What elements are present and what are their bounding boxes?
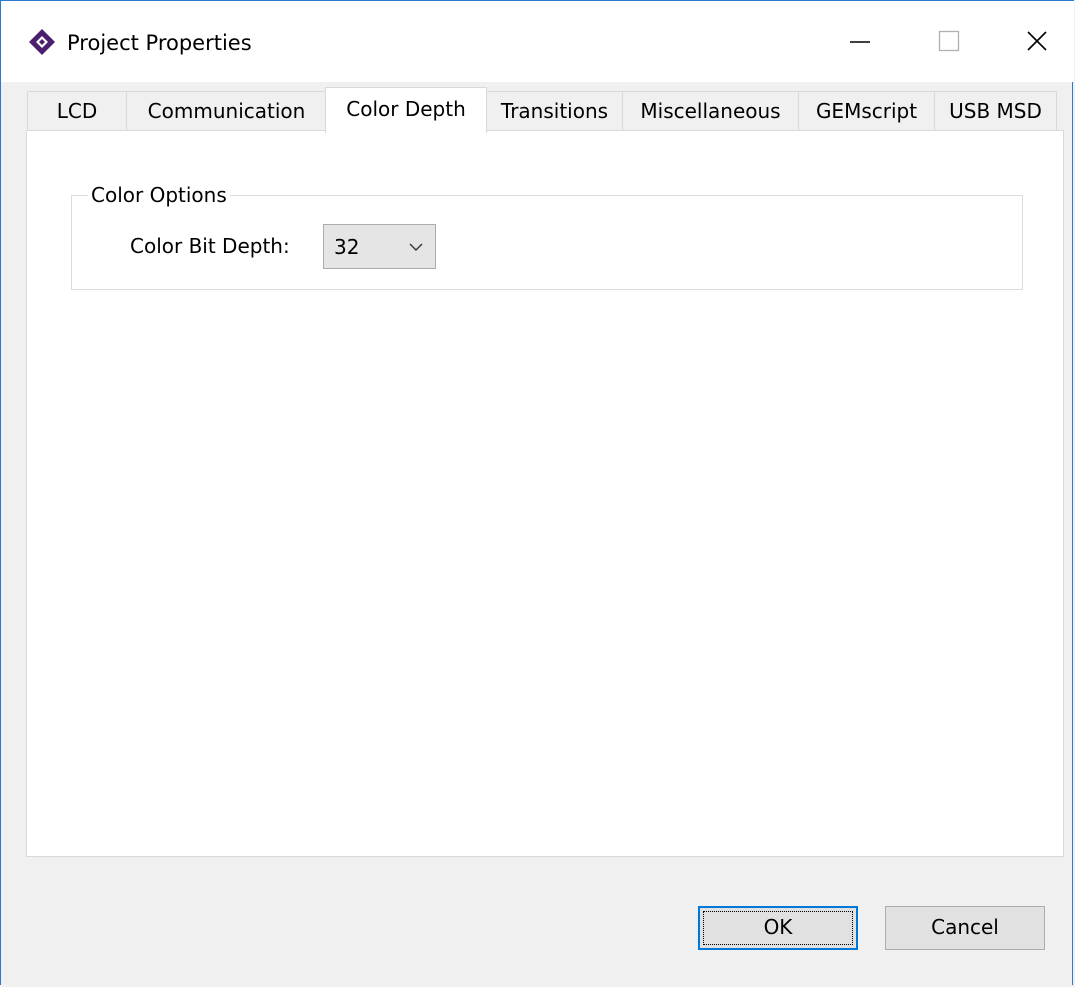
color-bit-depth-label: Color Bit Depth: [130, 234, 290, 258]
tab-transitions[interactable]: Transitions [486, 91, 623, 131]
color-bit-depth-select[interactable]: 32 [323, 224, 436, 269]
close-icon [1027, 31, 1047, 51]
tab-gemscript[interactable]: GEMscript [798, 91, 935, 131]
tab-lcd[interactable]: LCD [27, 91, 127, 131]
close-button[interactable] [1007, 2, 1067, 80]
color-bit-depth-value: 32 [334, 235, 360, 259]
minimize-button[interactable] [830, 2, 890, 80]
cancel-button[interactable]: Cancel [885, 906, 1045, 950]
tab-miscellaneous[interactable]: Miscellaneous [622, 91, 799, 131]
maximize-icon [938, 30, 960, 52]
diamond-app-icon [29, 29, 55, 55]
minimize-icon [850, 41, 870, 43]
focus-rect [703, 911, 853, 945]
ok-button[interactable]: OK [698, 906, 858, 950]
tab-color-depth[interactable]: Color Depth [325, 87, 487, 133]
color-depth-panel: Color Options Color Bit Depth: 32 [26, 130, 1064, 857]
chevron-down-icon [409, 243, 423, 251]
tab-usb-msd[interactable]: USB MSD [934, 91, 1057, 131]
tab-strip: LCD Communication Color Depth Transition… [27, 87, 1057, 133]
title-bar[interactable]: Project Properties [1, 0, 1074, 82]
maximize-button[interactable] [919, 2, 979, 80]
tab-communication[interactable]: Communication [126, 91, 327, 131]
project-properties-dialog: Project Properties LCD Communication Col… [0, 0, 1074, 985]
color-options-group: Color Options Color Bit Depth: 32 [71, 181, 1023, 290]
window-title: Project Properties [67, 31, 252, 55]
group-legend: Color Options [88, 181, 230, 209]
